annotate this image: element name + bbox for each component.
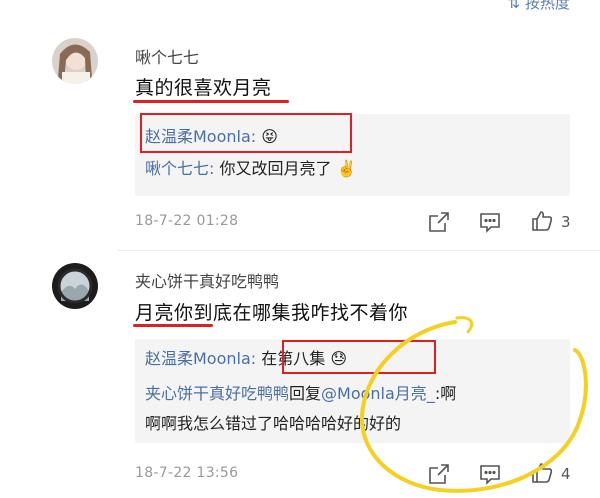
reply-body: :啊 — [434, 384, 457, 403]
red-box-annotation — [140, 113, 352, 153]
like-count: 3 — [561, 213, 571, 231]
comment-timestamp: 18-7-22 13:56 — [135, 465, 239, 481]
comment-username[interactable]: 啾个七七 — [135, 44, 199, 68]
thumbs-up-icon[interactable] — [530, 209, 554, 233]
reply-body: 你又改回月亮了 — [214, 159, 332, 178]
reply-mention[interactable]: @Moonla月亮_ — [321, 384, 435, 403]
share-icon[interactable] — [427, 462, 451, 486]
red-underline-annotation — [133, 100, 289, 103]
comment-username[interactable]: 夹心饼干真好吃鸭鸭 — [135, 268, 279, 292]
comment-timestamp: 18-7-22 01:28 — [135, 213, 239, 229]
red-underline-annotation — [133, 324, 213, 327]
sort-by-heat-link[interactable]: ⇅ 按热度 — [508, 0, 570, 13]
sort-icon: ⇅ — [507, 0, 521, 12]
reply-author[interactable]: 赵温柔Moonla — [145, 349, 251, 368]
avatar[interactable] — [52, 263, 98, 309]
reply-item: 夹心饼干真好吃鸭鸭回复@Moonla月亮_:啊 — [145, 384, 457, 403]
comment-icon[interactable] — [478, 210, 502, 234]
share-icon[interactable] — [427, 210, 451, 234]
comment-text: 真的很喜欢月亮 — [135, 77, 272, 99]
reply-body-continued: 啊啊我怎么错过了哈哈哈哈好的好的 — [145, 414, 402, 433]
like-count: 4 — [561, 465, 571, 483]
comment-icon[interactable] — [478, 462, 502, 486]
divider — [118, 250, 600, 251]
comment-text: 月亮你到底在哪集我咋找不着你 — [135, 302, 409, 324]
avatar[interactable] — [52, 38, 98, 84]
reply-item: 啾个七七: 你又改回月亮了 ✌️ — [145, 159, 357, 178]
victory-hand-emoji-icon: ✌️ — [336, 159, 357, 178]
thumbs-up-icon[interactable] — [530, 461, 554, 485]
reply-author[interactable]: 啾个七七 — [145, 159, 209, 178]
red-box-annotation — [282, 340, 436, 374]
reply-author[interactable]: 夹心饼干真好吃鸭鸭 — [145, 384, 289, 403]
